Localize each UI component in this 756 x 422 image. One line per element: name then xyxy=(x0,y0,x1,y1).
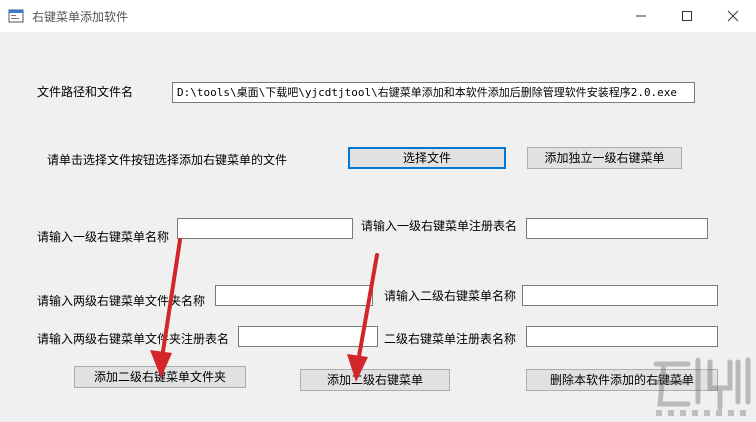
annotation-arrows xyxy=(150,238,379,382)
arrow-icon xyxy=(347,253,379,382)
app-window: 右键菜单添加软件 文件路径和文件名 D:\tools\桌面\下载吧\yjcdtj… xyxy=(0,0,756,422)
arrow-icon xyxy=(150,238,182,378)
site-watermark-logo xyxy=(653,357,751,416)
